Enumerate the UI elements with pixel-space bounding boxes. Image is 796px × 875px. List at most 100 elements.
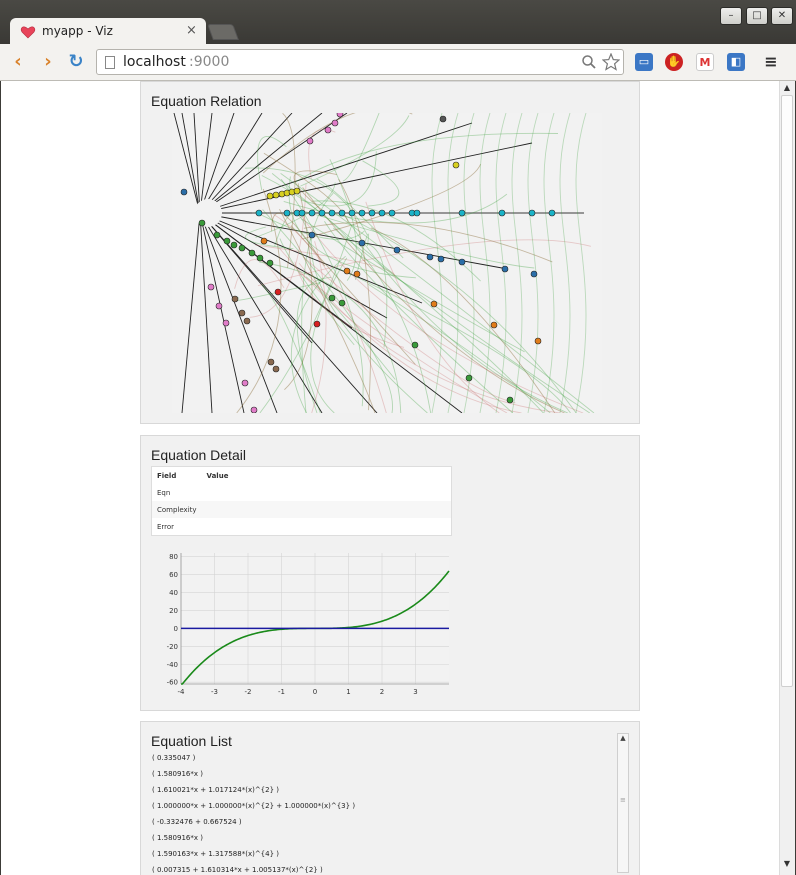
relation-node[interactable] xyxy=(411,341,419,349)
relation-node[interactable] xyxy=(506,396,514,404)
relation-node[interactable] xyxy=(452,161,460,169)
extension-stop-icon[interactable]: ✋ xyxy=(665,53,683,71)
relation-node[interactable] xyxy=(338,209,346,217)
relation-node[interactable] xyxy=(358,209,366,217)
x-tick-label: 1 xyxy=(346,688,350,696)
relation-node[interactable] xyxy=(298,209,306,217)
relation-node[interactable] xyxy=(313,320,321,328)
relation-node[interactable] xyxy=(530,270,538,278)
relation-node[interactable] xyxy=(180,188,188,196)
relation-node[interactable] xyxy=(308,231,316,239)
relation-node[interactable] xyxy=(430,300,438,308)
relation-node[interactable] xyxy=(243,317,251,325)
list-scroll-up-icon[interactable]: ▲ xyxy=(618,734,628,742)
relation-node[interactable] xyxy=(223,237,231,245)
relation-node[interactable] xyxy=(215,302,223,310)
minimize-button[interactable]: – xyxy=(720,7,742,25)
relation-node[interactable] xyxy=(293,187,301,195)
relation-node[interactable] xyxy=(198,219,206,227)
relation-node[interactable] xyxy=(338,299,346,307)
relation-node[interactable] xyxy=(283,209,291,217)
list-item[interactable]: ( 0.007315 + 1.610314*x + 1.005137*(x)^{… xyxy=(152,864,617,875)
relation-graph[interactable] xyxy=(172,113,602,413)
relation-node[interactable] xyxy=(308,209,316,217)
relation-node[interactable] xyxy=(213,231,221,239)
relation-node[interactable] xyxy=(267,358,275,366)
scroll-down-icon[interactable]: ▼ xyxy=(782,859,792,869)
new-tab-button[interactable] xyxy=(207,24,239,40)
relation-node[interactable] xyxy=(230,241,238,249)
browser-toolbar: ‹ › ↻ localhost :9000 ▭ ✋ M ◧ ≡ xyxy=(0,44,796,81)
relation-node[interactable] xyxy=(260,237,268,245)
scroll-up-icon[interactable]: ▲ xyxy=(782,83,792,93)
relation-node[interactable] xyxy=(231,295,239,303)
list-item[interactable]: ( 1.000000*x + 1.000000*(x)^{2} + 1.0000… xyxy=(152,800,617,816)
close-window-button[interactable]: ✕ xyxy=(771,7,793,25)
relation-node[interactable] xyxy=(266,259,274,267)
relation-node[interactable] xyxy=(241,379,249,387)
relation-node[interactable] xyxy=(272,365,280,373)
page-scrollbar[interactable]: ▲ ▼ xyxy=(779,81,795,875)
relation-node[interactable] xyxy=(318,209,326,217)
relation-node[interactable] xyxy=(393,246,401,254)
relation-node[interactable] xyxy=(222,319,230,327)
menu-icon[interactable]: ≡ xyxy=(762,53,780,71)
relation-node[interactable] xyxy=(490,321,498,329)
relation-node[interactable] xyxy=(207,283,215,291)
relation-node[interactable] xyxy=(328,209,336,217)
relation-node[interactable] xyxy=(358,239,366,247)
list-item[interactable]: ( 1.610021*x + 1.017124*(x)^{2} ) xyxy=(152,784,617,800)
relation-node[interactable] xyxy=(306,137,314,145)
relation-node[interactable] xyxy=(353,270,361,278)
relation-node[interactable] xyxy=(548,209,556,217)
relation-node[interactable] xyxy=(378,209,386,217)
list-item[interactable]: ( -0.332476 + 0.667524 ) xyxy=(152,816,617,832)
bookmark-star-icon[interactable] xyxy=(602,53,620,71)
list-item[interactable]: ( 1.580916*x ) xyxy=(152,832,617,848)
relation-node[interactable] xyxy=(498,209,506,217)
relation-node[interactable] xyxy=(437,255,445,263)
relation-node[interactable] xyxy=(534,337,542,345)
list-item[interactable]: ( 0.335047 ) xyxy=(152,752,617,768)
relation-node[interactable] xyxy=(324,126,332,134)
search-icon[interactable] xyxy=(581,54,597,70)
relation-node[interactable] xyxy=(528,209,536,217)
address-bar[interactable]: localhost :9000 xyxy=(96,49,624,75)
list-item[interactable]: ( 1.590163*x + 1.317588*(x)^{4} ) xyxy=(152,848,617,864)
relation-node[interactable] xyxy=(256,254,264,262)
relation-node[interactable] xyxy=(238,244,246,252)
relation-node[interactable] xyxy=(413,209,421,217)
relation-node[interactable] xyxy=(266,192,274,200)
back-button[interactable]: ‹ xyxy=(8,52,28,72)
relation-node[interactable] xyxy=(238,309,246,317)
extension-screen-icon[interactable]: ▭ xyxy=(635,53,653,71)
forward-button[interactable]: › xyxy=(38,52,58,72)
browser-tab-active[interactable]: myapp - Viz × xyxy=(10,18,206,46)
list-scrollbar[interactable]: ▲ ≡ xyxy=(617,733,629,873)
relation-node[interactable] xyxy=(465,374,473,382)
relation-node[interactable] xyxy=(501,265,509,273)
relation-node[interactable] xyxy=(426,253,434,261)
relation-node[interactable] xyxy=(368,209,376,217)
relation-node[interactable] xyxy=(458,258,466,266)
relation-node[interactable] xyxy=(348,209,356,217)
tab-close-icon[interactable]: × xyxy=(186,23,197,38)
relation-node[interactable] xyxy=(248,249,256,257)
list-item[interactable]: ( 1.580916*x ) xyxy=(152,768,617,784)
scroll-thumb[interactable] xyxy=(781,95,793,687)
gmail-icon[interactable]: M xyxy=(696,53,714,71)
relation-node[interactable] xyxy=(274,288,282,296)
relation-node[interactable] xyxy=(250,406,258,413)
maximize-button[interactable]: □ xyxy=(746,7,768,25)
reload-button[interactable]: ↻ xyxy=(66,52,86,72)
relation-node[interactable] xyxy=(458,209,466,217)
relation-node[interactable] xyxy=(255,209,263,217)
relation-node[interactable] xyxy=(336,113,344,118)
relation-node[interactable] xyxy=(272,191,280,199)
extension-tag-icon[interactable]: ◧ xyxy=(727,53,745,71)
relation-node[interactable] xyxy=(439,115,447,123)
relation-node[interactable] xyxy=(343,267,351,275)
relation-node[interactable] xyxy=(331,119,339,127)
relation-node[interactable] xyxy=(328,294,336,302)
relation-node[interactable] xyxy=(388,209,396,217)
